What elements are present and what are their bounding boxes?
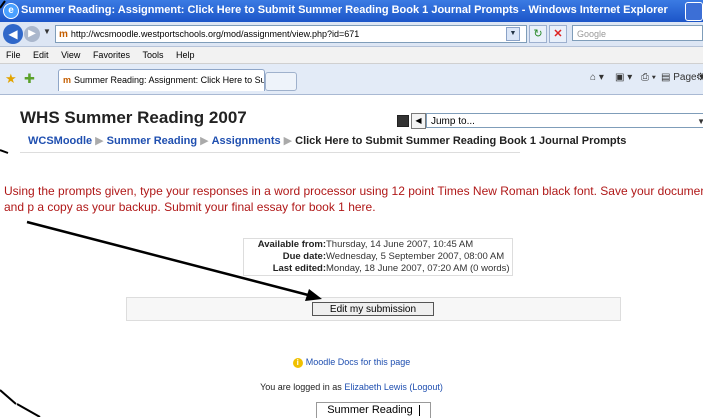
- annotation-line: [0, 0, 6, 9]
- annotation-arrow-line: [26, 220, 313, 298]
- annotation-line: [16, 403, 41, 417]
- annotation-line: [0, 389, 17, 405]
- annotation-arrowhead: [305, 289, 322, 301]
- annotation-line: [0, 149, 9, 154]
- annotation-arrows: [0, 0, 322, 417]
